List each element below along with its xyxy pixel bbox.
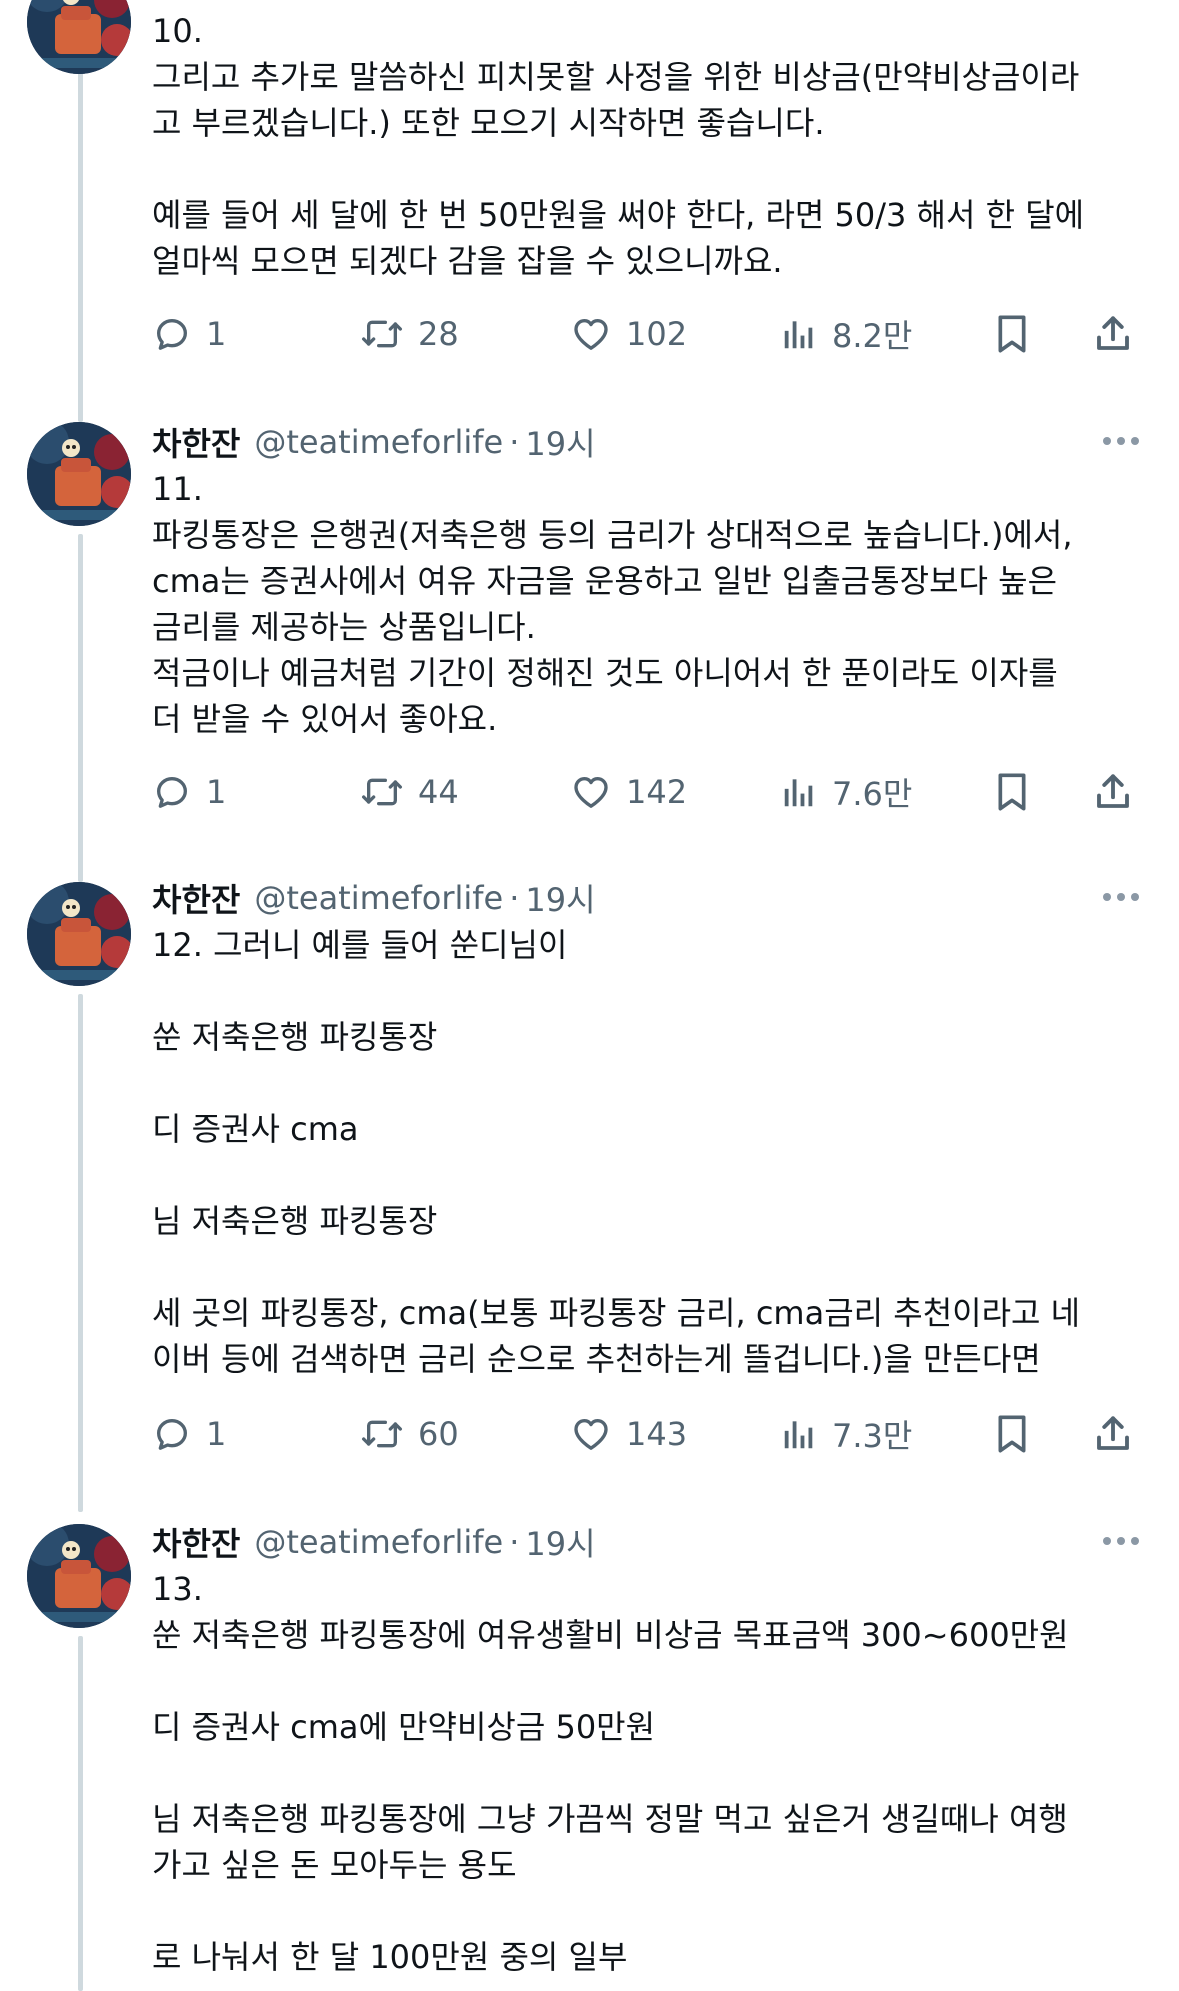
- thread-line: [78, 994, 83, 1512]
- avatar[interactable]: [27, 0, 131, 74]
- more-icon[interactable]: [1099, 426, 1143, 456]
- display-name[interactable]: 차한잔: [152, 875, 240, 921]
- retweet-count: 44: [418, 773, 459, 811]
- like-button[interactable]: 102: [570, 306, 687, 362]
- reply-icon: [152, 1414, 192, 1454]
- thread-line: [78, 1636, 83, 1991]
- tweet-text: 12. 그러니 예를 들어 쑨디님이 쑨 저축은행 파킹통장 디 증권사 cma…: [152, 926, 1081, 1378]
- retweet-button[interactable]: 44: [360, 764, 459, 820]
- bookmark-button[interactable]: [992, 1406, 1032, 1462]
- heart-icon: [570, 1414, 612, 1454]
- reply-icon: [152, 314, 192, 354]
- like-count: 142: [626, 773, 688, 811]
- share-button[interactable]: [1092, 306, 1134, 362]
- share-icon: [1092, 1413, 1134, 1455]
- share-icon: [1092, 771, 1134, 813]
- like-count: 143: [626, 1415, 688, 1453]
- like-button[interactable]: 143: [570, 1406, 687, 1462]
- bookmark-icon: [992, 770, 1032, 814]
- retweet-button[interactable]: 28: [360, 306, 459, 362]
- like-count: 102: [626, 315, 688, 353]
- share-icon: [1092, 313, 1134, 355]
- reply-count: 1: [206, 1415, 227, 1453]
- reply-button[interactable]: 1: [152, 764, 226, 820]
- tweet-text: 13. 쑨 저축은행 파킹통장에 여유생활비 비상금 목표금액 300~600만…: [152, 1570, 1069, 1976]
- bookmark-button[interactable]: [992, 764, 1032, 820]
- retweet-button[interactable]: 60: [360, 1406, 459, 1462]
- tweet-actions: 1 28 102 8.2만: [152, 306, 1152, 362]
- views-icon: [780, 1414, 818, 1454]
- heart-icon: [570, 772, 612, 812]
- avatar[interactable]: [27, 422, 131, 526]
- tweet-actions: 1 44 142 7.6만: [152, 764, 1152, 820]
- timestamp[interactable]: 19시: [525, 419, 595, 465]
- display-name[interactable]: 차한잔: [152, 1519, 240, 1565]
- views-icon: [780, 772, 818, 812]
- views-button[interactable]: 8.2만: [780, 306, 912, 362]
- retweet-count: 60: [418, 1415, 459, 1453]
- tweet-text: 11. 파킹통장은 은행권(저축은행 등의 금리가 상대적으로 높습니다.)에서…: [152, 470, 1073, 738]
- separator-dot: ·: [509, 1523, 520, 1561]
- reply-button[interactable]: 1: [152, 1406, 226, 1462]
- views-button[interactable]: 7.3만: [780, 1406, 912, 1462]
- tweet-header: 차한잔 @teatimeforlife · 19시: [152, 875, 1149, 921]
- retweet-count: 28: [418, 315, 459, 353]
- separator-dot: ·: [509, 423, 520, 461]
- views-count: 7.3만: [832, 1417, 913, 1455]
- bookmark-icon: [992, 1412, 1032, 1456]
- views-icon: [780, 314, 818, 354]
- reply-icon: [152, 772, 192, 812]
- timestamp[interactable]: 19시: [525, 875, 595, 921]
- reply-count: 1: [206, 315, 227, 353]
- views-count: 8.2만: [832, 317, 913, 355]
- views-count: 7.6만: [832, 775, 913, 813]
- more-icon[interactable]: [1099, 882, 1143, 912]
- tweet-actions: 1 60 143 7.3만: [152, 1406, 1152, 1462]
- tweet-header: 차한잔 @teatimeforlife · 19시: [152, 419, 1149, 465]
- heart-icon: [570, 314, 612, 354]
- thread-line: [78, 534, 83, 882]
- retweet-icon: [360, 772, 404, 812]
- avatar[interactable]: [27, 882, 131, 986]
- timestamp[interactable]: 19시: [525, 1519, 595, 1565]
- bookmark-button[interactable]: [992, 306, 1032, 362]
- tweet-header: 차한잔 @teatimeforlife · 19시: [152, 1519, 1149, 1565]
- retweet-icon: [360, 314, 404, 354]
- more-icon[interactable]: [1099, 1526, 1143, 1556]
- thread-line: [78, 72, 83, 422]
- handle[interactable]: @teatimeforlife: [254, 1523, 503, 1561]
- views-button[interactable]: 7.6만: [780, 764, 912, 820]
- like-button[interactable]: 142: [570, 764, 687, 820]
- reply-button[interactable]: 1: [152, 306, 226, 362]
- bookmark-icon: [992, 312, 1032, 356]
- separator-dot: ·: [509, 879, 520, 917]
- share-button[interactable]: [1092, 764, 1134, 820]
- share-button[interactable]: [1092, 1406, 1134, 1462]
- reply-count: 1: [206, 773, 227, 811]
- display-name[interactable]: 차한잔: [152, 419, 240, 465]
- handle[interactable]: @teatimeforlife: [254, 879, 503, 917]
- handle[interactable]: @teatimeforlife: [254, 423, 503, 461]
- avatar[interactable]: [27, 1524, 131, 1628]
- tweet-text: 10. 그리고 추가로 말씀하신 피치못할 사정을 위한 비상금(만약비상금이라…: [152, 12, 1085, 280]
- retweet-icon: [360, 1414, 404, 1454]
